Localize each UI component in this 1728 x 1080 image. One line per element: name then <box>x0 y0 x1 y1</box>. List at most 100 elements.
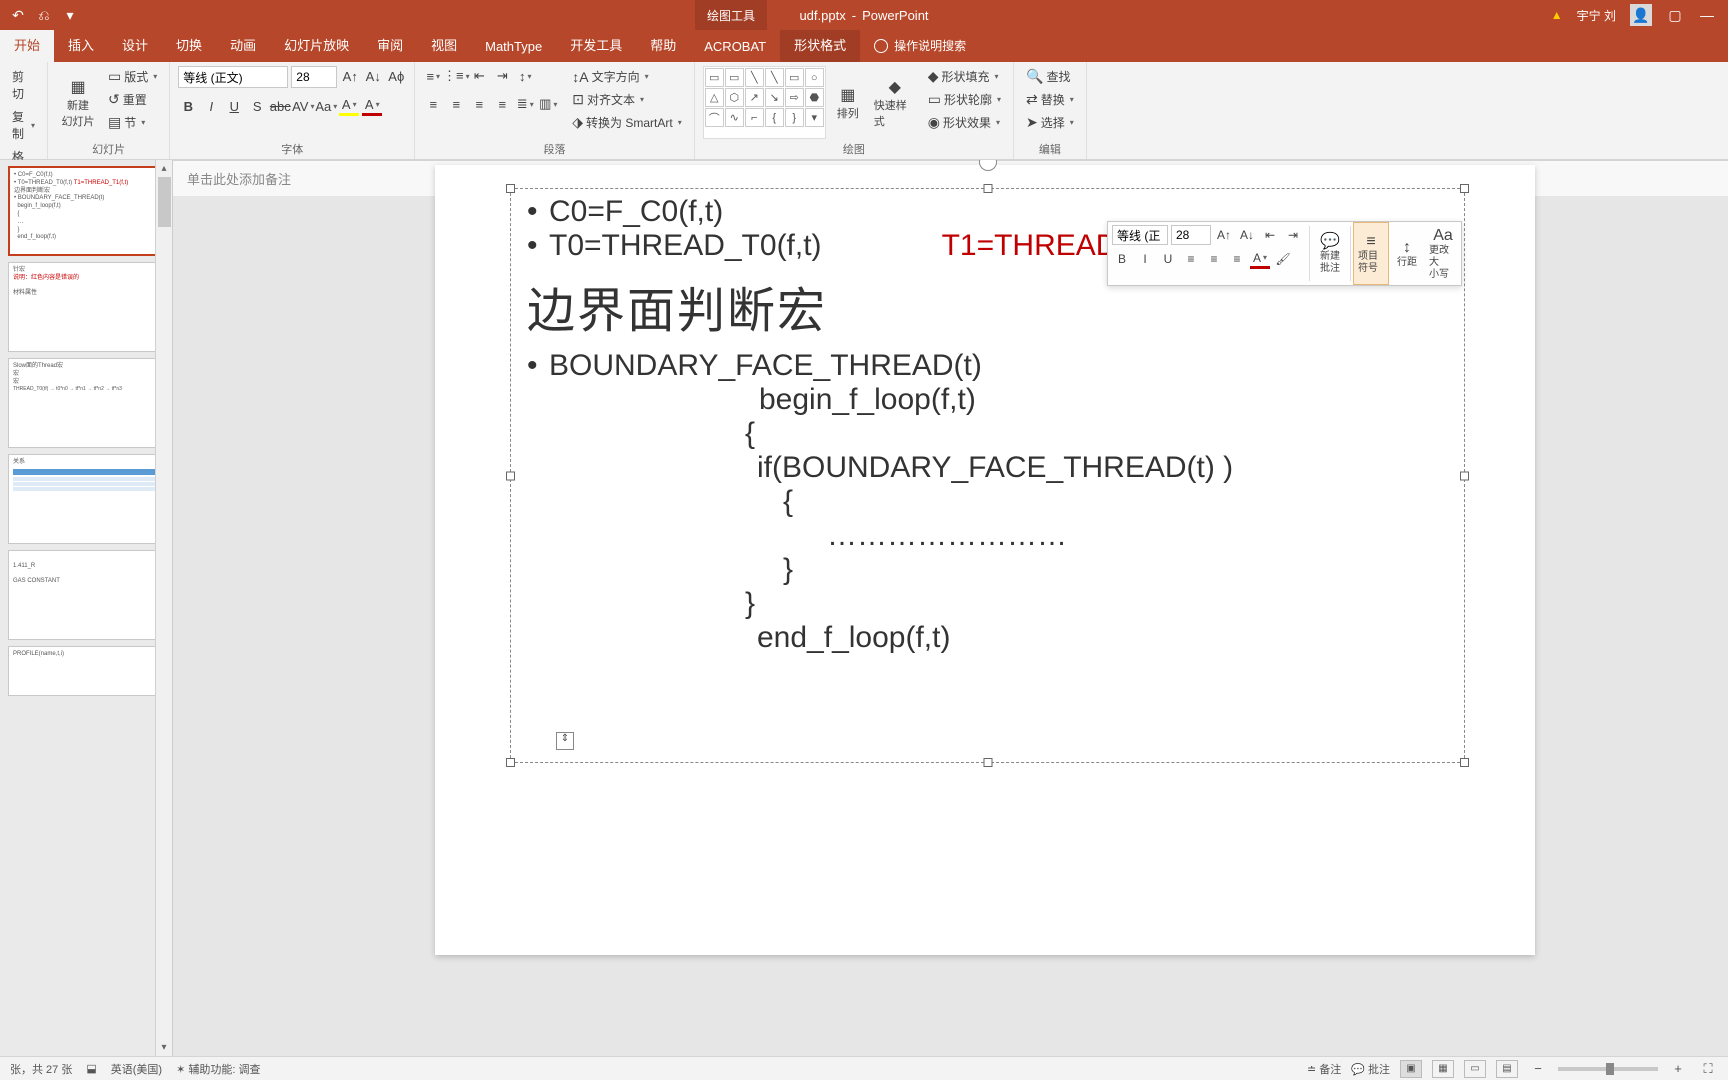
autofit-icon[interactable]: ⇕ <box>556 732 574 750</box>
resize-handle[interactable] <box>506 471 515 480</box>
mini-decrease-font-icon[interactable]: A↓ <box>1237 225 1257 245</box>
ribbon-display-icon[interactable]: ▢ <box>1666 6 1684 24</box>
mini-align-right-button[interactable]: ≡ <box>1227 249 1247 269</box>
mini-increase-font-icon[interactable]: A↑ <box>1214 225 1234 245</box>
decrease-font-icon[interactable]: A↓ <box>363 66 383 86</box>
shape-fill-button[interactable]: ◆形状填充▾ <box>924 66 1005 87</box>
slide-thumb[interactable]: 关系 <box>8 454 164 544</box>
content-placeholder[interactable]: ⇕ •C0=F_C0(f,t) •T0=THREAD_T0(f,t)T1=THR… <box>510 188 1465 763</box>
tab-transitions[interactable]: 切换 <box>162 27 216 62</box>
resize-handle[interactable] <box>1460 758 1469 767</box>
resize-handle[interactable] <box>506 758 515 767</box>
tab-insert[interactable]: 插入 <box>54 27 108 62</box>
slide-canvas[interactable]: ⇕ •C0=F_C0(f,t) •T0=THREAD_T0(f,t)T1=THR… <box>173 160 1728 1056</box>
mini-format-painter-icon[interactable]: 🖌 <box>1273 249 1293 269</box>
tab-mathtype[interactable]: MathType <box>471 31 556 62</box>
slide-thumb[interactable]: 针宏说明：红色内容是错误的 材料属性 <box>8 262 164 352</box>
arrange-button[interactable]: ▦ 排列 <box>830 66 866 139</box>
reading-view-icon[interactable]: ▭ <box>1464 1060 1486 1078</box>
clear-formatting-icon[interactable]: Aϕ <box>386 66 406 86</box>
font-name-select[interactable] <box>178 66 288 88</box>
numbering-button[interactable]: ⋮≡▾ <box>446 66 466 86</box>
tab-animations[interactable]: 动画 <box>216 27 270 62</box>
sorter-view-icon[interactable]: ▦ <box>1432 1060 1454 1078</box>
align-text-button[interactable]: ⊡对齐文本▾ <box>568 89 685 110</box>
resize-handle[interactable] <box>506 184 515 193</box>
user-avatar-icon[interactable]: 👤 <box>1630 4 1652 26</box>
tab-review[interactable]: 审阅 <box>363 27 417 62</box>
resize-handle[interactable] <box>983 184 992 193</box>
font-size-select[interactable] <box>291 66 337 88</box>
mini-align-center-button[interactable]: ≡ <box>1204 249 1224 269</box>
text-direction-button[interactable]: ↕A文字方向▾ <box>568 66 685 87</box>
qat-customize-icon[interactable]: ▾ <box>62 7 78 23</box>
mini-italic-button[interactable]: I <box>1135 249 1155 269</box>
copy-button[interactable]: 复制▾ <box>8 106 39 144</box>
fit-to-window-icon[interactable]: ⛶ <box>1698 1059 1718 1079</box>
quick-styles-button[interactable]: ◆ 快速样式 <box>870 66 920 139</box>
slide-thumb[interactable]: • C0=F_C0(f,t) • T0=THREAD_T0(f,t) T1=TH… <box>8 166 164 256</box>
spellcheck-icon[interactable]: ⬓ <box>86 1062 96 1075</box>
minimize-icon[interactable]: — <box>1698 6 1716 24</box>
align-center-button[interactable]: ≡ <box>446 94 466 114</box>
smartart-button[interactable]: ⬗转换为 SmartArt▾ <box>568 112 685 133</box>
highlight-button[interactable]: A▾ <box>339 96 359 116</box>
resize-handle[interactable] <box>1460 184 1469 193</box>
decrease-indent-button[interactable]: ⇤ <box>469 66 489 86</box>
justify-button[interactable]: ≡ <box>492 94 512 114</box>
replace-button[interactable]: ⇄替换▾ <box>1022 89 1078 110</box>
bold-button[interactable]: B <box>178 96 198 116</box>
distribute-button[interactable]: ≣▾ <box>515 94 535 114</box>
redo-icon[interactable]: ⎌ <box>36 7 52 23</box>
mini-align-left-button[interactable]: ≡ <box>1181 249 1201 269</box>
slide-count[interactable]: 张，共 27 张 <box>10 1061 72 1077</box>
mini-font-color-button[interactable]: A▾ <box>1250 249 1270 269</box>
mini-spacing-button[interactable]: ↕行距 <box>1389 222 1425 285</box>
cut-button[interactable]: 剪切 <box>8 66 39 104</box>
tab-help[interactable]: 帮助 <box>636 27 690 62</box>
normal-view-icon[interactable]: ▣ <box>1400 1060 1422 1078</box>
select-button[interactable]: ➤选择▾ <box>1022 112 1078 133</box>
font-color-button[interactable]: A▾ <box>362 96 382 116</box>
mini-change-case-button[interactable]: Aa更改大 小写 <box>1425 222 1461 285</box>
shape-effects-button[interactable]: ◉形状效果▾ <box>924 112 1005 133</box>
line-spacing-button[interactable]: ↕▾ <box>515 66 535 86</box>
tab-view[interactable]: 视图 <box>417 27 471 62</box>
shape-outline-button[interactable]: ▭形状轮廓▾ <box>924 89 1005 110</box>
zoom-slider[interactable] <box>1558 1067 1658 1071</box>
scroll-up-icon[interactable]: ▴ <box>156 160 172 177</box>
tab-home[interactable]: 开始 <box>0 27 54 62</box>
align-left-button[interactable]: ≡ <box>423 94 443 114</box>
mini-bold-button[interactable]: B <box>1112 249 1132 269</box>
bullets-button[interactable]: ≡▾ <box>423 66 443 86</box>
slide-thumb[interactable]: Slow面的Thread宏宏宏THREAD_T0(tf) → t0*n0 → t… <box>8 358 164 448</box>
mini-size-select[interactable] <box>1171 225 1211 245</box>
tell-me-search[interactable]: 操作说明搜索 <box>860 29 980 62</box>
resize-handle[interactable] <box>983 758 992 767</box>
tab-shape-format[interactable]: 形状格式 <box>780 27 860 62</box>
underline-button[interactable]: U <box>224 96 244 116</box>
scroll-thumb[interactable] <box>158 177 171 227</box>
comments-toggle[interactable]: 💬 批注 <box>1351 1061 1390 1077</box>
increase-font-icon[interactable]: A↑ <box>340 66 360 86</box>
align-right-button[interactable]: ≡ <box>469 94 489 114</box>
tab-design[interactable]: 设计 <box>108 27 162 62</box>
change-case-button[interactable]: Aa▾ <box>316 96 336 116</box>
slide-thumb[interactable]: PROFILE(name,t,i) <box>8 646 164 696</box>
new-slide-button[interactable]: ▦ 新建 幻灯片 <box>56 66 100 139</box>
mini-font-select[interactable] <box>1112 225 1168 245</box>
slide-thumb[interactable]: 1.411_R GAS CONSTANT <box>8 550 164 640</box>
shadow-button[interactable]: S <box>247 96 267 116</box>
columns-button[interactable]: ▥▾ <box>538 94 558 114</box>
scroll-down-icon[interactable]: ▾ <box>156 1039 172 1056</box>
tab-acrobat[interactable]: ACROBAT <box>690 31 780 62</box>
italic-button[interactable]: I <box>201 96 221 116</box>
increase-indent-button[interactable]: ⇥ <box>492 66 512 86</box>
layout-button[interactable]: ▭版式▾ <box>104 66 161 87</box>
section-button[interactable]: ▤节▾ <box>104 112 161 133</box>
tab-developer[interactable]: 开发工具 <box>556 27 636 62</box>
mini-underline-button[interactable]: U <box>1158 249 1178 269</box>
reset-button[interactable]: ↺重置 <box>104 89 161 110</box>
rotate-handle-icon[interactable] <box>979 160 997 171</box>
strikethrough-button[interactable]: abc <box>270 96 290 116</box>
